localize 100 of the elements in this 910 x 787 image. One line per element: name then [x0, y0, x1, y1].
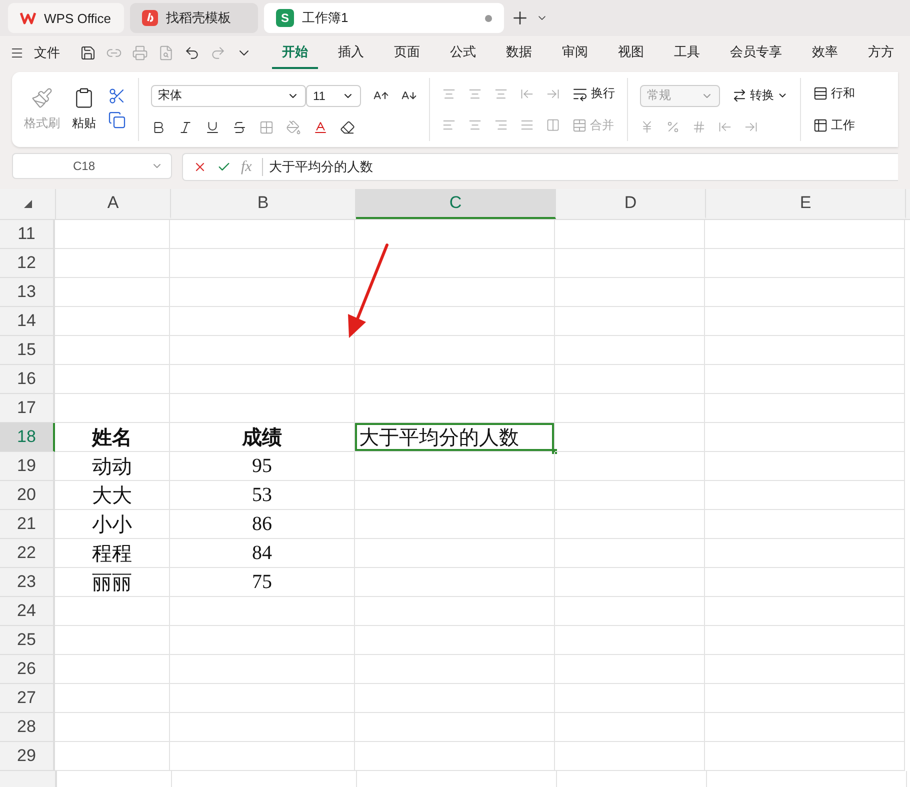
ribbon-tab[interactable]: 审阅 [552, 37, 598, 69]
eraser-icon[interactable] [340, 120, 355, 134]
strikethrough-icon[interactable] [232, 120, 247, 134]
column-header[interactable]: C [356, 189, 556, 219]
table-cell: 程程 [55, 539, 170, 568]
row-header[interactable]: 27 [0, 684, 55, 713]
paste-button[interactable]: 粘贴 [72, 87, 96, 132]
ribbon-tab[interactable]: 页面 [384, 37, 430, 69]
wrap-text-button[interactable]: 换行 [572, 85, 615, 102]
align-left-icon[interactable] [442, 118, 456, 132]
align-middle-icon[interactable] [468, 86, 482, 101]
fill-color-icon[interactable] [286, 120, 301, 134]
underline-icon[interactable] [205, 120, 220, 134]
row-header[interactable]: 24 [0, 597, 55, 626]
table-cell: 95 [170, 452, 355, 481]
font-size-dropdown[interactable]: 11 [306, 84, 361, 106]
row-header[interactable]: 15 [0, 336, 55, 365]
ribbon-tab[interactable]: 方方 [858, 37, 904, 69]
align-right-icon[interactable] [494, 118, 508, 132]
rows-icon [813, 86, 828, 102]
undo-icon[interactable] [184, 45, 200, 61]
document-tab[interactable]: 找稻壳模板 [130, 3, 258, 33]
table-cell: 丽丽 [55, 568, 170, 597]
ribbon-tab[interactable]: 数据 [496, 37, 542, 69]
indent-increase-icon[interactable] [546, 86, 560, 101]
borders-icon[interactable] [259, 120, 274, 134]
table-icon [813, 118, 828, 133]
row-header[interactable]: 26 [0, 655, 55, 684]
table-cell: 姓名 [55, 423, 170, 452]
ribbon-tab[interactable]: 公式 [440, 37, 486, 69]
ribbon-tab[interactable]: 会员专享 [720, 37, 792, 69]
row-header[interactable]: 21 [0, 510, 55, 539]
ribbon-tab[interactable]: 工具 [664, 37, 710, 69]
align-center-icon[interactable] [468, 118, 482, 132]
increase-decimal-icon[interactable] [718, 120, 732, 134]
paintbrush-icon [31, 87, 53, 109]
copy-icon[interactable] [108, 111, 126, 129]
template-logo-icon [142, 10, 158, 26]
row-header[interactable]: 13 [0, 278, 55, 307]
align-top-icon[interactable] [442, 86, 456, 101]
italic-icon[interactable] [178, 120, 193, 134]
ribbon-tab[interactable]: 插入 [328, 37, 374, 69]
align-bottom-icon[interactable] [494, 86, 508, 101]
row-header[interactable]: 22 [0, 539, 55, 568]
justify-icon[interactable] [520, 118, 534, 132]
select-all-icon[interactable] [24, 200, 32, 208]
name-box[interactable]: C18 [12, 153, 172, 179]
rows-columns-button[interactable]: 行和 [813, 85, 855, 102]
indent-decrease-icon[interactable] [520, 86, 534, 101]
unsaved-dot-icon [485, 14, 492, 22]
wps-logo-icon [20, 11, 36, 25]
table-cell: 53 [170, 481, 355, 510]
print-icon[interactable] [132, 45, 148, 61]
distribute-icon[interactable] [546, 118, 560, 132]
formula-bar[interactable]: fx 大于平均分的人数 [182, 153, 898, 181]
document-tab[interactable]: S 工作簿1 [264, 3, 504, 33]
row-header[interactable]: 18 [0, 423, 55, 452]
decrease-decimal-icon[interactable] [744, 120, 758, 134]
cut-icon[interactable] [108, 87, 126, 105]
row-header[interactable]: 19 [0, 452, 55, 481]
ribbon-tab[interactable]: 视图 [608, 37, 654, 69]
clipboard-icon [73, 87, 95, 109]
thousands-icon[interactable] [692, 120, 706, 134]
save-icon[interactable] [80, 45, 96, 61]
row-header[interactable]: 17 [0, 394, 55, 423]
document-tab[interactable]: WPS Office [8, 3, 124, 33]
row-header[interactable]: 23 [0, 568, 55, 597]
table-cell: 成绩 [170, 423, 355, 452]
convert-button[interactable]: 转换 [732, 87, 788, 104]
menu-icon[interactable] [10, 46, 24, 60]
convert-icon [732, 88, 747, 104]
worksheet-button[interactable]: 工作 [813, 116, 855, 134]
file-menu[interactable]: 文件 [34, 44, 60, 62]
table-cell: 小小 [55, 510, 170, 539]
row-header[interactable]: 16 [0, 365, 55, 394]
row-header[interactable]: 28 [0, 713, 55, 742]
font-color-icon[interactable] [313, 120, 328, 134]
row-header[interactable]: 11 [0, 220, 55, 249]
row-header[interactable]: 12 [0, 249, 55, 278]
table-cell: 大大 [55, 481, 170, 510]
ribbon-tab[interactable]: 开始 [272, 37, 318, 69]
font-dropdown[interactable]: 宋体 [151, 84, 306, 106]
row-header[interactable]: 20 [0, 481, 55, 510]
table-cell: 75 [170, 568, 355, 597]
percent-icon[interactable] [666, 120, 680, 134]
currency-icon[interactable] [640, 120, 654, 134]
cancel-icon[interactable] [193, 160, 207, 174]
table-cell: 84 [170, 539, 355, 568]
active-cell: 大于平均分的人数 [355, 423, 555, 452]
merge-cells-icon [572, 118, 587, 133]
ribbon-tab[interactable]: 效率 [802, 37, 848, 69]
row-header[interactable]: 29 [0, 742, 55, 771]
sheet-logo-icon: S [276, 9, 294, 27]
row-header[interactable]: 14 [0, 307, 55, 336]
print-preview-icon[interactable] [158, 45, 174, 61]
table-cell: 86 [170, 510, 355, 539]
fill-handle[interactable] [552, 449, 557, 454]
row-header[interactable]: 25 [0, 626, 55, 655]
table-cell: 动动 [55, 452, 170, 481]
redo-icon[interactable] [210, 45, 226, 61]
